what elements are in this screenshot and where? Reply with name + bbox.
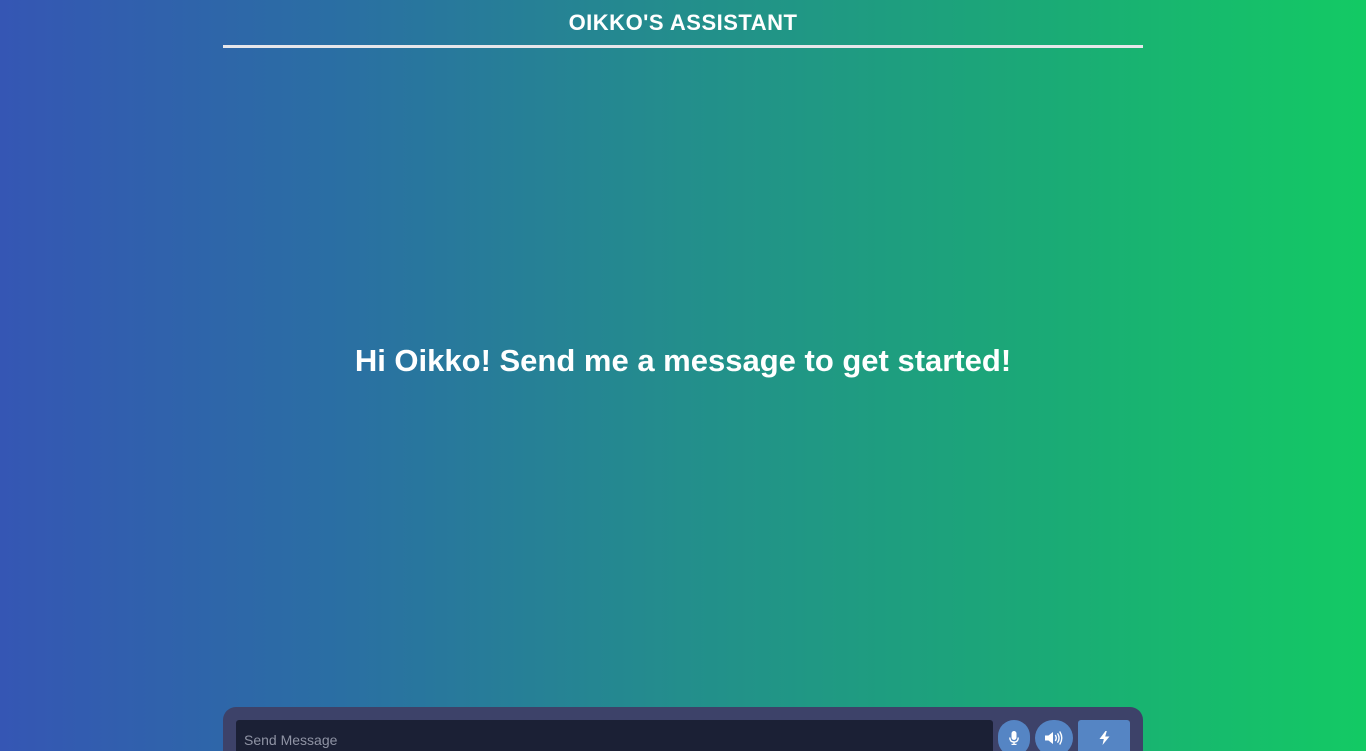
app-header: OIKKO'S ASSISTANT — [223, 0, 1143, 48]
bolt-icon — [1099, 731, 1110, 745]
message-input[interactable] — [236, 720, 993, 751]
speaker-icon — [1045, 731, 1063, 745]
app-title: OIKKO'S ASSISTANT — [568, 10, 798, 35]
welcome-message: Hi Oikko! Send me a message to get start… — [354, 343, 1012, 378]
microphone-button[interactable] — [998, 720, 1030, 751]
speaker-button[interactable] — [1035, 720, 1073, 751]
microphone-icon — [1009, 731, 1019, 745]
message-composer — [223, 707, 1143, 751]
send-button[interactable] — [1078, 720, 1130, 751]
